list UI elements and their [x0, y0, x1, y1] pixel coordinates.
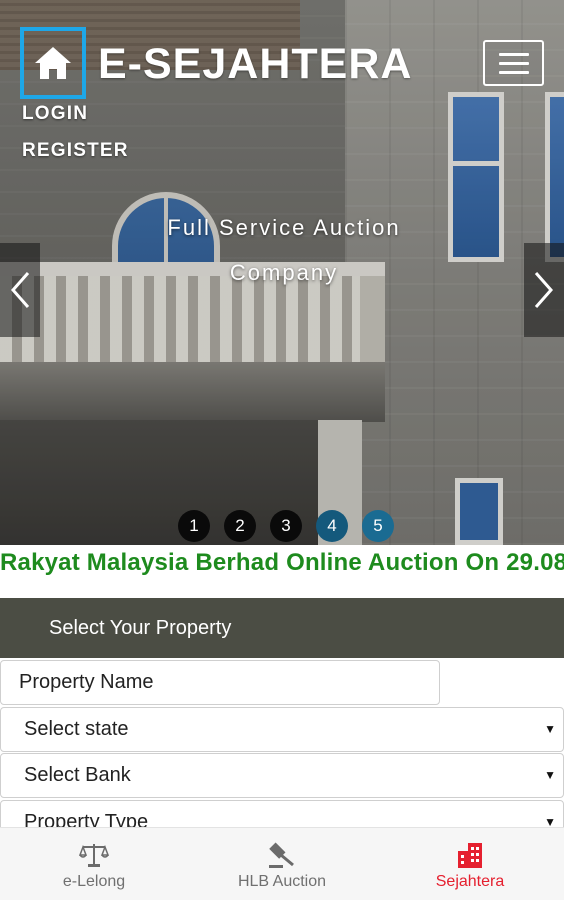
hero-carousel: E-SEJAHTERA LOGIN REGISTER Full Service …: [0, 0, 564, 545]
gavel-icon: [267, 841, 297, 869]
caret-down-icon: ▼: [544, 722, 556, 736]
hamburger-menu-icon: [498, 52, 529, 56]
slide-indicator-2[interactable]: 2: [224, 510, 256, 542]
menu-button[interactable]: [483, 40, 544, 86]
hero-tagline: Full Service Auction Company: [167, 215, 401, 285]
scales-icon: [79, 841, 109, 869]
state-select[interactable]: Select state ▼: [0, 707, 564, 752]
tab-label: HLB Auction: [237, 873, 327, 890]
login-link[interactable]: LOGIN: [22, 103, 88, 125]
announcement-marquee[interactable]: Rakyat Malaysia Berhad Online Auction On…: [0, 545, 564, 583]
tab-hlb-auction[interactable]: HLB Auction: [188, 828, 376, 900]
home-icon: [35, 47, 71, 79]
bank-select-value: Select Bank: [24, 764, 131, 786]
home-button[interactable]: [20, 27, 86, 99]
slide-indicator-1[interactable]: 1: [178, 510, 210, 542]
carousel-next-button[interactable]: [524, 243, 564, 337]
tab-label: e-Lelong: [62, 873, 126, 890]
state-select-value: Select state: [24, 718, 129, 740]
register-link[interactable]: REGISTER: [22, 140, 129, 162]
carousel-indicators: 1 2 3 4 5: [178, 510, 394, 542]
bank-select[interactable]: Select Bank ▼: [0, 753, 564, 798]
caret-down-icon: ▼: [544, 768, 556, 782]
chevron-left-icon: [10, 272, 30, 308]
property-search-panel: Select Your Property Property Name Selec…: [0, 598, 564, 845]
building-icon: [455, 841, 485, 869]
carousel-prev-button[interactable]: [0, 243, 40, 337]
tab-label: Sejahtera: [435, 873, 505, 890]
property-name-input[interactable]: Property Name: [0, 660, 440, 705]
chevron-right-icon: [534, 272, 554, 308]
bottom-navigation: e-Lelong HLB Auction Sejahtera: [0, 827, 564, 900]
tab-sejahtera[interactable]: Sejahtera: [376, 828, 564, 900]
slide-indicator-4[interactable]: 4: [316, 510, 348, 542]
tab-e-lelong[interactable]: e-Lelong: [0, 828, 188, 900]
brand-title[interactable]: E-SEJAHTERA: [98, 40, 412, 89]
panel-heading: Select Your Property: [0, 598, 564, 658]
slide-indicator-5[interactable]: 5: [362, 510, 394, 542]
announcement-text[interactable]: Rakyat Malaysia Berhad Online Auction On…: [0, 549, 564, 577]
slide-indicator-3[interactable]: 3: [270, 510, 302, 542]
